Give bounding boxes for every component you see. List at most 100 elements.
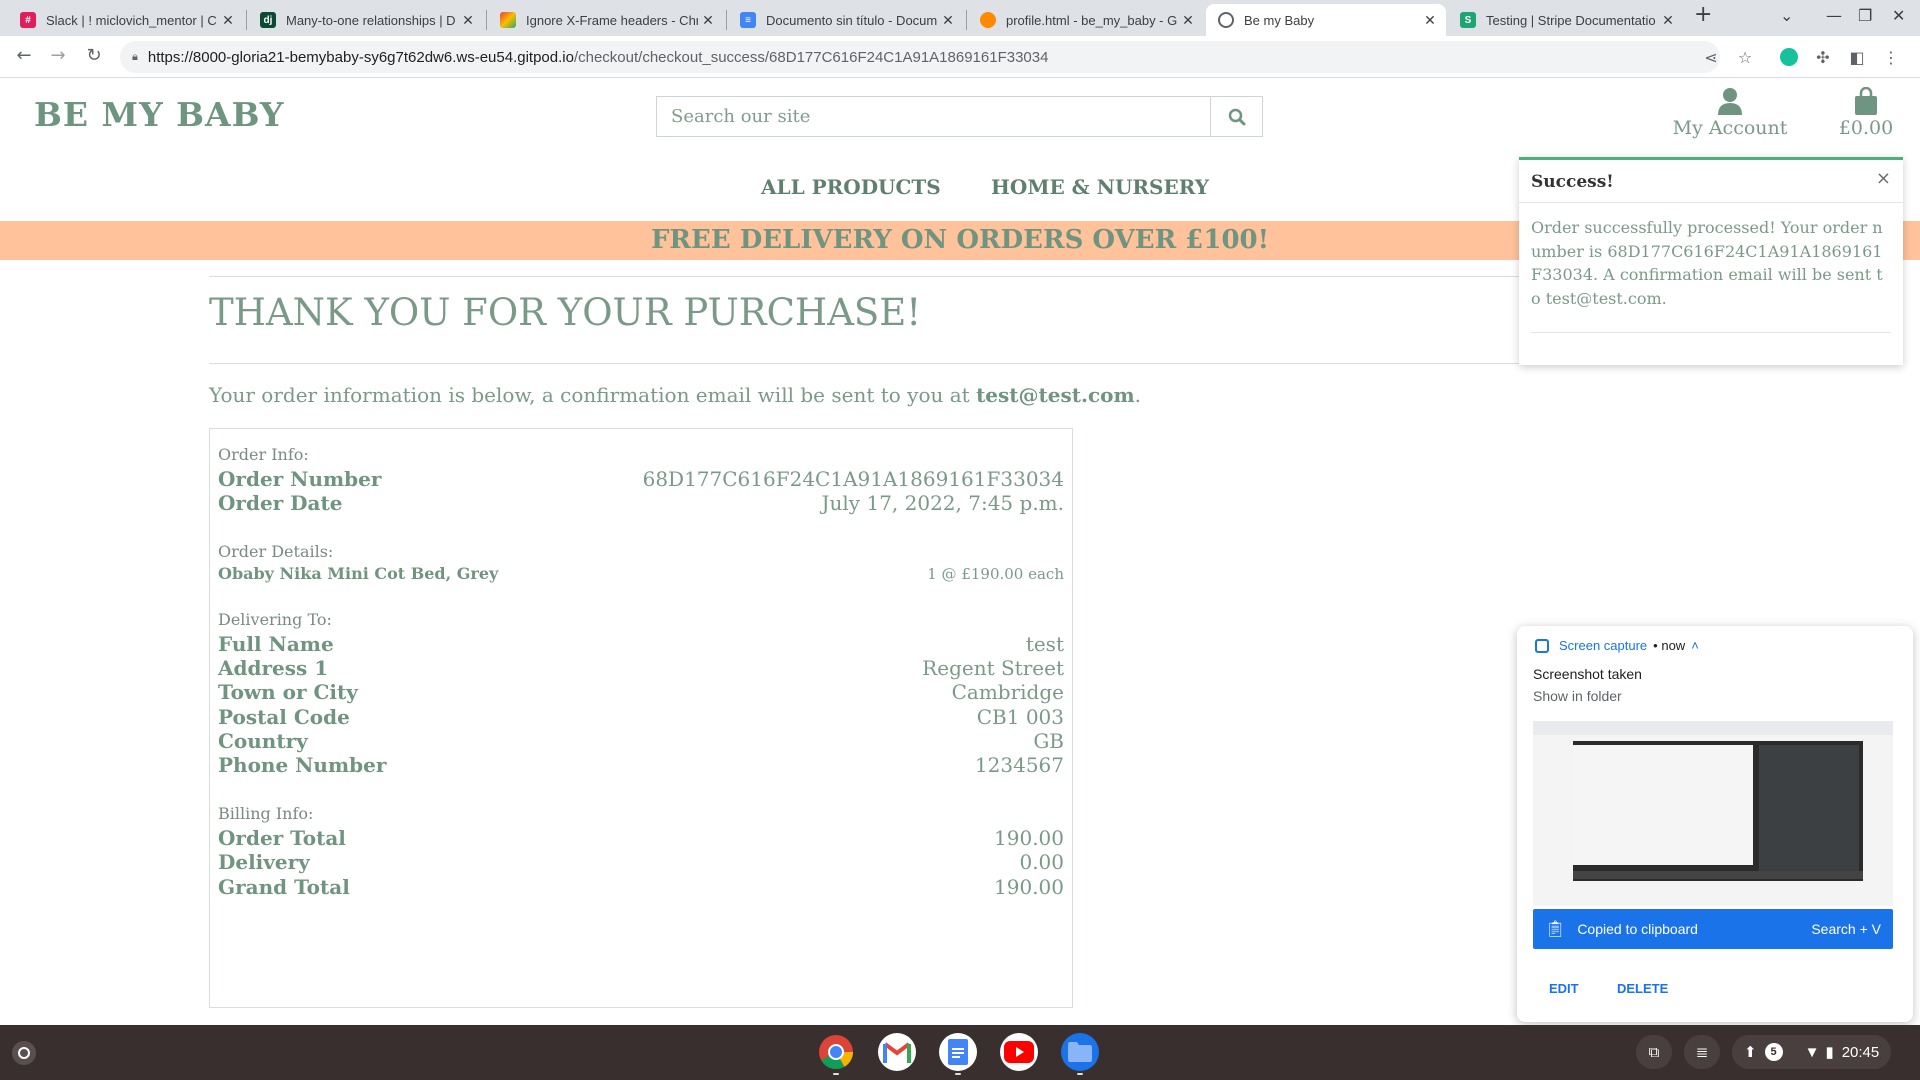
notification-title: Screenshot taken [1533, 666, 1642, 682]
launcher-button[interactable] [12, 1041, 36, 1065]
tab-be-my-baby[interactable]: Be my Baby ✕ [1206, 4, 1446, 36]
docs-logo [948, 1039, 968, 1065]
clock: 20:45 [1841, 1043, 1880, 1061]
running-indicator [833, 1073, 839, 1075]
gmail-logo [883, 1041, 911, 1063]
tab-django[interactable]: dj Many-to-one relationships | D ✕ [248, 4, 484, 36]
order-date-value: July 17, 2022, 7:45 p.m. [821, 491, 1064, 515]
search-input[interactable] [657, 97, 1210, 136]
extensions-icon[interactable]: ✣ [1812, 46, 1834, 68]
town-value: Cambridge [951, 680, 1064, 704]
google-docs-icon[interactable] [939, 1033, 977, 1071]
address1-value: Regent Street [922, 656, 1064, 680]
address-bar[interactable]: 🔒︎ https://8000-gloria21-bemybaby-sy6g7t… [120, 41, 1720, 73]
close-tab-icon[interactable]: ✕ [938, 12, 958, 29]
gmail-icon[interactable] [878, 1033, 916, 1071]
youtube-icon[interactable] [1000, 1033, 1038, 1071]
order-summary-card: Order Info: Order Number 68D177C616F24C1… [209, 428, 1073, 1008]
tab-chrome-webstore[interactable]: Ignore X-Frame headers - Chr ✕ [488, 4, 724, 36]
files-icon[interactable] [1061, 1033, 1099, 1071]
new-tab-icon[interactable]: + [1694, 2, 1712, 27]
os-shelf: ⧉ ≣ ⬆ 5 ▼ ▮ 20:45 [0, 1025, 1920, 1080]
chrome-icon[interactable] [817, 1033, 855, 1071]
grand-total-value: 190.00 [994, 875, 1064, 899]
section-delivering-to: Delivering To: [218, 610, 332, 629]
section-order-details: Order Details: [218, 542, 334, 561]
close-tab-icon[interactable]: ✕ [698, 12, 718, 29]
postal-code-value: CB1 003 [976, 705, 1064, 729]
lock-icon: 🔒︎ [132, 50, 138, 63]
close-tab-icon[interactable]: ✕ [1658, 12, 1678, 29]
close-tab-icon[interactable]: ✕ [458, 12, 478, 29]
gitpod-icon [980, 12, 996, 28]
url-host: https://8000-gloria21-bemybaby-sy6g7t62d… [147, 48, 574, 66]
toast-title: Success! [1531, 172, 1614, 192]
search-icon [1228, 108, 1245, 125]
close-window-icon[interactable]: ✕ [1892, 6, 1905, 25]
clipboard-icon: 📋︎ [1545, 921, 1566, 938]
tab-google-docs[interactable]: ≡ Documento sin título - Docum ✕ [728, 4, 964, 36]
show-in-folder-link[interactable]: Show in folder [1533, 688, 1622, 704]
country-label: Country [218, 729, 308, 753]
folder-logo [1068, 1042, 1092, 1062]
tab-search-icon[interactable]: ⌄ [1780, 6, 1793, 25]
tab-slack[interactable]: # Slack | ! miclovich_mentor | C ✕ [8, 4, 244, 36]
django-icon: dj [260, 12, 276, 28]
item-name: Obaby Nika Mini Cot Bed, Grey [218, 564, 499, 583]
bookmark-star-icon[interactable]: ☆ [1734, 46, 1756, 68]
toast-message: Order successfully processed! Your order… [1531, 218, 1883, 308]
copied-to-clipboard-bar[interactable]: 📋︎ Copied to clipboard Search + V [1533, 909, 1893, 949]
order-total-value: 190.00 [994, 826, 1064, 850]
town-label: Town or City [218, 680, 358, 704]
tab-title: Many-to-one relationships | D [286, 12, 456, 28]
reload-icon[interactable]: ↻ [82, 45, 106, 66]
close-tab-icon[interactable]: ✕ [1178, 12, 1198, 29]
item-quantity-price: 1 @ £190.00 each [927, 565, 1064, 583]
divider [209, 363, 1709, 364]
divider [209, 276, 1709, 277]
notification-source: Screen capture [1559, 638, 1648, 653]
forward-icon[interactable]: → [46, 45, 70, 66]
shopping-bag-link[interactable]: £0.00 [1826, 87, 1906, 139]
close-tab-icon[interactable]: ✕ [1420, 12, 1440, 29]
screenshot-thumbnail[interactable] [1533, 721, 1893, 906]
running-indicator [1077, 1073, 1083, 1075]
screenshot-notification: Screen capture • now ˄ Screenshot taken … [1517, 626, 1913, 1022]
nav-all-products[interactable]: ALL PRODUCTS [761, 175, 941, 199]
tab-title: profile.html - be_my_baby - G [1006, 12, 1178, 28]
info-end: . [1134, 383, 1141, 407]
delivery-label: Delivery [218, 850, 310, 874]
phone-hub-icon[interactable]: ⧉ [1636, 1035, 1672, 1069]
status-tray[interactable]: ⬆ 5 ▼ ▮ 20:45 [1732, 1035, 1892, 1069]
edit-button[interactable]: EDIT [1549, 981, 1579, 996]
tote-icon[interactable]: ≣ [1684, 1035, 1720, 1069]
chevron-up-icon[interactable]: ˄ [1691, 638, 1699, 653]
search-button[interactable] [1210, 97, 1262, 136]
side-panel-icon[interactable]: ◧ [1846, 46, 1868, 68]
screen-capture-icon [1535, 638, 1549, 653]
grammarly-icon[interactable] [1778, 46, 1800, 68]
restore-icon[interactable]: ❐ [1858, 6, 1872, 25]
bag-total: £0.00 [1838, 117, 1894, 139]
delivery-value: 0.00 [1019, 850, 1064, 874]
menu-icon[interactable]: ⋮ [1880, 46, 1902, 68]
order-date-label: Order Date [218, 491, 343, 515]
section-order-info: Order Info: [218, 445, 309, 464]
delete-button[interactable]: DELETE [1617, 981, 1668, 996]
nav-home-nursery[interactable]: HOME & NURSERY [991, 175, 1209, 199]
webstore-icon [500, 12, 516, 28]
share-icon[interactable]: ⋖ [1700, 46, 1722, 68]
close-icon[interactable]: × [1876, 168, 1891, 189]
site-logo[interactable]: BE MY BABY [34, 95, 284, 134]
globe-icon [1218, 12, 1234, 28]
youtube-logo [1004, 1041, 1034, 1063]
phone-value: 1234567 [974, 753, 1064, 777]
minimize-icon[interactable]: — [1826, 6, 1842, 25]
tab-stripe[interactable]: S Testing | Stripe Documentatio ✕ [1448, 4, 1684, 36]
url-path: /checkout/checkout_success/68D177C616F24… [573, 48, 1049, 66]
notification-header[interactable]: Screen capture • now ˄ [1535, 638, 1699, 653]
close-tab-icon[interactable]: ✕ [218, 12, 238, 29]
tab-gitpod[interactable]: profile.html - be_my_baby - G ✕ [968, 4, 1204, 36]
back-icon[interactable]: ← [12, 45, 36, 66]
my-account-link[interactable]: My Account [1670, 87, 1790, 139]
